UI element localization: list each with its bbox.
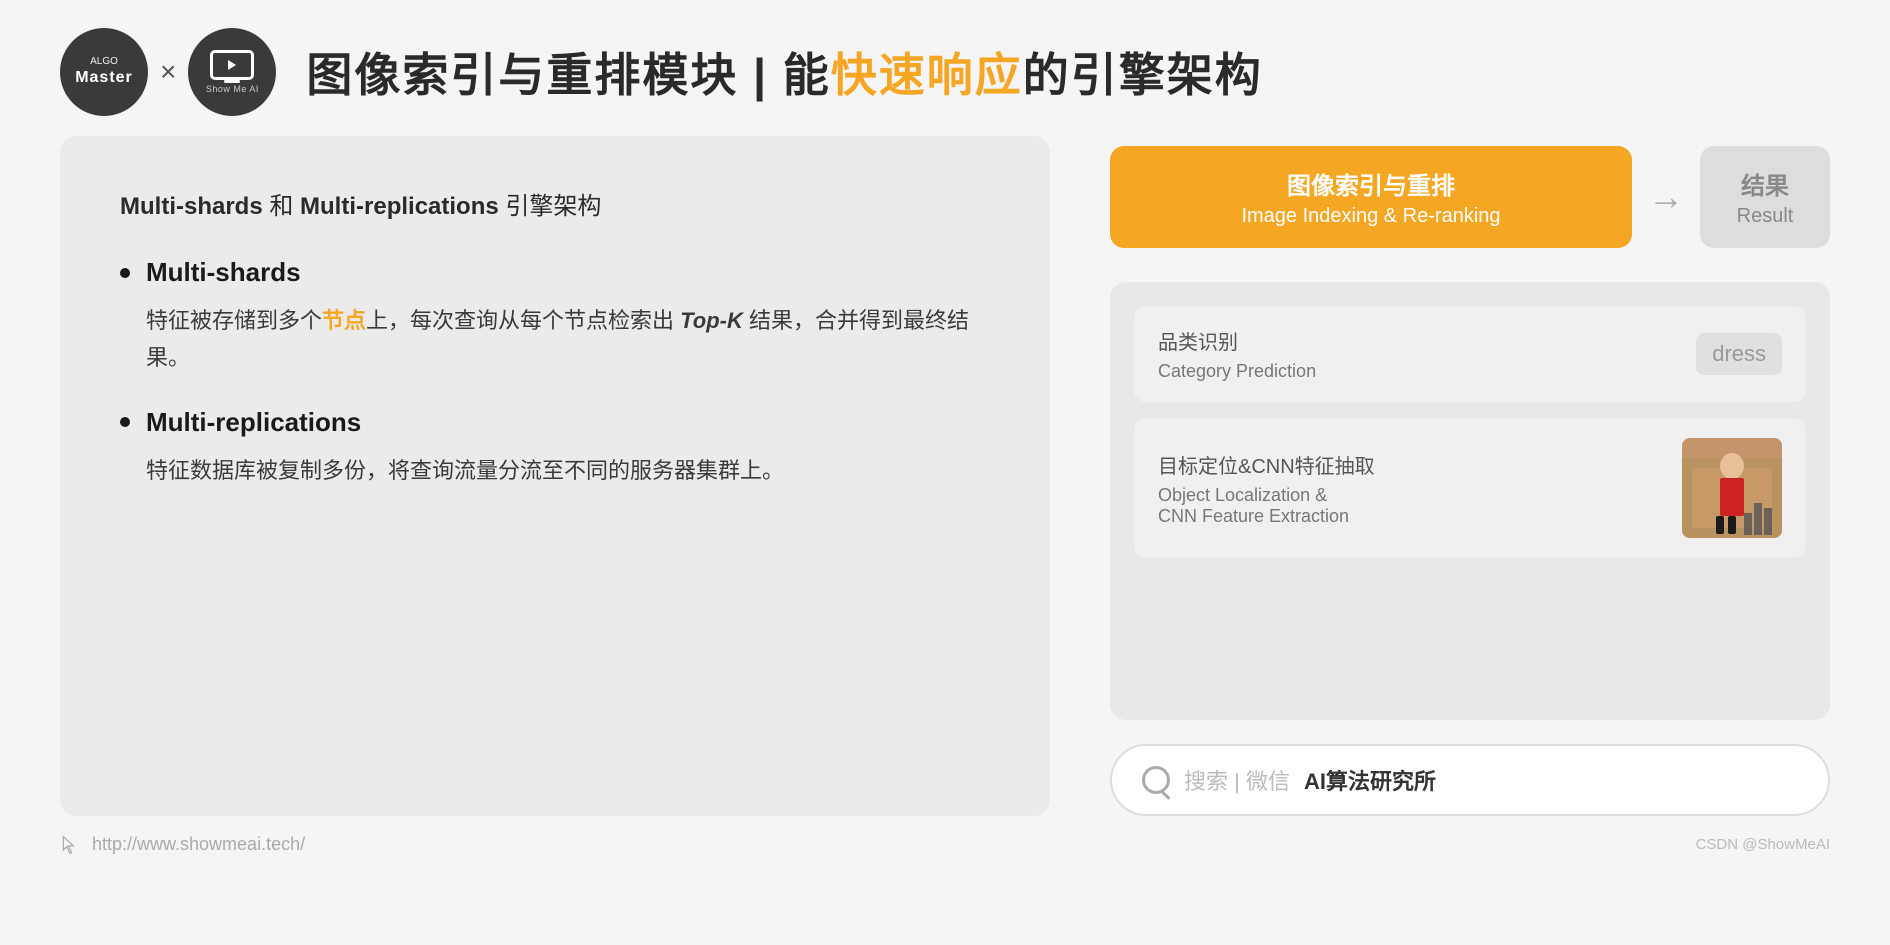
cnn-en: Object Localization &CNN Feature Extract… xyxy=(1158,485,1375,527)
process-card-category: 品类识别 Category Prediction dress xyxy=(1134,306,1806,402)
brand-label: 算法研究所 xyxy=(1326,769,1436,794)
flow-box-indexing: 图像索引与重排 Image Indexing & Re-ranking xyxy=(1110,146,1632,248)
bullet-title-multireplications: Multi-replications xyxy=(120,407,990,438)
bullet-dot-1 xyxy=(120,268,130,278)
showme-logo: Show Me AI xyxy=(188,28,276,116)
flow-box-result: 结果 Result xyxy=(1700,146,1830,248)
search-icon xyxy=(1142,766,1170,794)
algo-text: ALGO xyxy=(90,56,118,68)
category-en: Category Prediction xyxy=(1158,361,1316,382)
main-content: Multi-shards 和 Multi-replications 引擎架构 M… xyxy=(0,136,1890,816)
search-bar[interactable]: 搜索 | 微信 AI算法研究所 xyxy=(1110,744,1830,816)
play-icon xyxy=(225,58,239,72)
bullet-item-multireplications: Multi-replications 特征数据库被复制多份，将查询流量分流至不同… xyxy=(120,407,990,489)
person-svg xyxy=(1682,438,1782,538)
orange-node-text: 节点 xyxy=(322,308,366,333)
master-text: Master xyxy=(75,68,133,87)
title-suffix: 的引擎架构 xyxy=(1023,49,1263,101)
page-title: 图像索引与重排模块 | 能快速响应的引擎架构 xyxy=(306,39,1830,105)
flow-en-result: Result xyxy=(1730,205,1800,228)
footer-url: http://www.showmeai.tech/ xyxy=(92,834,305,855)
title-highlight: 快速响应 xyxy=(831,49,1023,101)
processing-section: 品类识别 Category Prediction dress 目标定位&CNN特… xyxy=(1110,282,1830,720)
left-panel: Multi-shards 和 Multi-replications 引擎架构 M… xyxy=(60,136,1050,816)
times-symbol: × xyxy=(160,56,176,88)
header: ALGO Master × Show Me AI 图像索引与重排模块 | 能快速… xyxy=(0,0,1890,136)
right-panel: 图像索引与重排 Image Indexing & Re-ranking → 结果… xyxy=(1110,136,1830,816)
search-divider-text: 搜索 | 微信 xyxy=(1184,764,1290,796)
bullet-item-multishards: Multi-shards 特征被存储到多个节点上，每次查询从每个节点检索出 To… xyxy=(120,257,990,377)
flow-zh-result: 结果 xyxy=(1730,166,1800,201)
multi-replications-title-ref: Multi-replications xyxy=(300,193,499,220)
process-card-cnn: 目标定位&CNN特征抽取 Object Localization &CNN Fe… xyxy=(1134,418,1806,558)
multishards-label: Multi-shards xyxy=(146,257,301,288)
and-text: 和 xyxy=(269,193,300,220)
title-prefix: 图像索引与重排模块 | 能 xyxy=(306,49,830,101)
category-zh: 品类识别 xyxy=(1158,326,1316,355)
bullet-dot-2 xyxy=(120,417,130,427)
cnn-zh: 目标定位&CNN特征抽取 xyxy=(1158,450,1375,479)
category-result: dress xyxy=(1696,333,1782,375)
multireplications-desc: 特征数据库被复制多份，将查询流量分流至不同的服务器集群上。 xyxy=(120,452,990,489)
engine-suffix: 引擎架构 xyxy=(505,193,601,220)
logo-area: ALGO Master × Show Me AI xyxy=(60,28,276,116)
flow-diagram: 图像索引与重排 Image Indexing & Re-ranking → 结果… xyxy=(1110,136,1830,258)
panel-subtitle: Multi-shards 和 Multi-replications 引擎架构 xyxy=(120,186,990,221)
showme-screen-icon xyxy=(210,50,254,80)
multireplications-label: Multi-replications xyxy=(146,407,361,438)
footer-credit: CSDN @ShowMeAI xyxy=(1696,836,1830,853)
person-image xyxy=(1682,438,1782,538)
showme-ai-label: Show Me AI xyxy=(206,84,259,94)
algo-master-logo: ALGO Master xyxy=(60,28,148,116)
topk-text: Top-K xyxy=(680,308,743,333)
ai-label: AI xyxy=(1304,769,1326,794)
cursor-icon xyxy=(60,835,80,855)
flow-zh-indexing: 图像索引与重排 xyxy=(1150,166,1592,201)
flow-en-indexing: Image Indexing & Re-ranking xyxy=(1150,205,1592,228)
search-brand: AI算法研究所 xyxy=(1304,764,1436,796)
footer-right: CSDN @ShowMeAI xyxy=(1696,836,1830,853)
bullet-section: Multi-shards 特征被存储到多个节点上，每次查询从每个节点检索出 To… xyxy=(120,257,990,489)
flow-arrow-icon: → xyxy=(1648,176,1684,218)
multishards-desc: 特征被存储到多个节点上，每次查询从每个节点检索出 Top-K 结果，合并得到最终… xyxy=(120,302,990,377)
cnn-text: 目标定位&CNN特征抽取 Object Localization &CNN Fe… xyxy=(1158,450,1375,527)
multi-shards-title-ref: Multi-shards xyxy=(120,193,263,220)
footer: http://www.showmeai.tech/ CSDN @ShowMeAI xyxy=(0,816,1890,873)
category-text: 品类识别 Category Prediction xyxy=(1158,326,1316,382)
bullet-title-multishards: Multi-shards xyxy=(120,257,990,288)
footer-left: http://www.showmeai.tech/ xyxy=(60,834,305,855)
